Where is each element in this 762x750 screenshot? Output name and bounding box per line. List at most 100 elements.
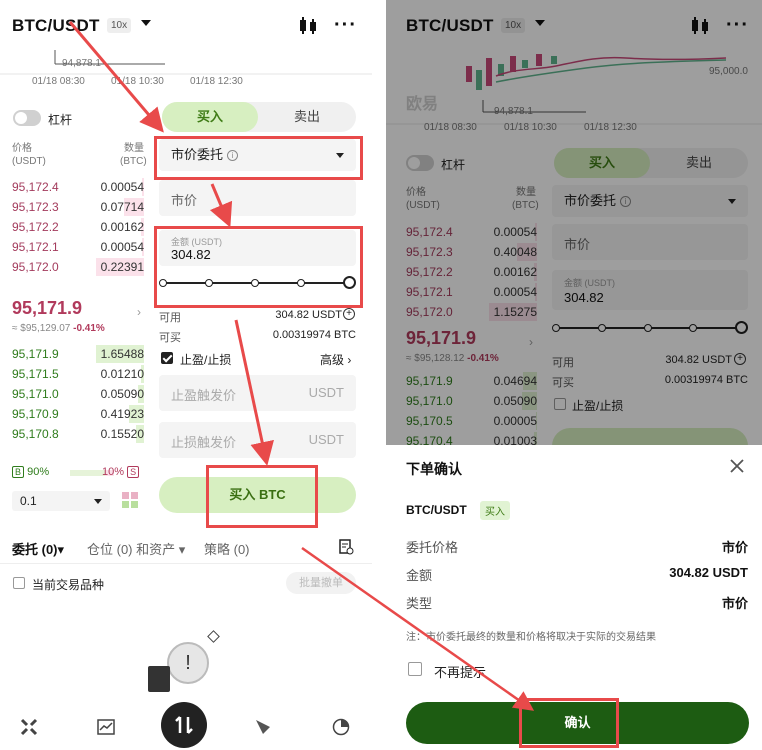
sheet-row-key: 委托价格: [406, 540, 459, 555]
panel-gap: [372, 0, 386, 750]
batch-cancel-button[interactable]: 批量撤单: [286, 572, 356, 594]
ask-row[interactable]: 95,172.2 0.00162: [0, 217, 144, 237]
last-price[interactable]: 95,171.9: [12, 298, 82, 319]
market-icon[interactable]: [97, 718, 115, 736]
available-value: 304.82 USDT: [275, 309, 342, 321]
ob-price-head: 价格 (USDT): [12, 143, 46, 167]
amount-slider[interactable]: [159, 276, 356, 290]
ask-qty: 0.00162: [100, 220, 144, 234]
tpsl-checkbox[interactable]: [161, 352, 173, 364]
left-screen: BTC/USDT 10x ··· 94,878.1 01/18 08:30 01…: [0, 0, 372, 750]
sheet-row-value: 市价: [721, 596, 748, 611]
ask-price: 95,172.2: [12, 220, 59, 234]
ask-row[interactable]: 95,172.3 0.07714: [0, 197, 144, 217]
leverage-label: 杠杆: [48, 113, 73, 127]
bid-row[interactable]: 95,171.5 0.01210: [0, 364, 144, 384]
order-type-select[interactable]: 市价委托 i: [159, 139, 356, 171]
tab-orders[interactable]: 委托 (0)▾: [12, 539, 64, 558]
bid-row[interactable]: 95,170.9 0.41923: [0, 404, 144, 424]
leverage-toggle[interactable]: [13, 110, 41, 126]
tab-buy[interactable]: 买入: [162, 102, 258, 132]
sheet-title: 下单确认: [406, 461, 462, 477]
bid-price: 95,170.9: [12, 407, 59, 421]
close-icon[interactable]: [728, 457, 746, 475]
right-screen: BTC/USDT 10x ··· 95,000.0 欧易 94,878.1 01…: [386, 0, 762, 750]
dont-remind-label: 不再提示: [434, 665, 487, 680]
slider-stop[interactable]: [251, 279, 259, 287]
bid-qty: 0.15520: [100, 427, 144, 441]
can-buy-value: 0.00319974 BTC: [272, 329, 356, 341]
modal-backdrop[interactable]: [386, 0, 762, 445]
index-price: ≈ $95,129.07 -0.41%: [12, 323, 105, 334]
sheet-note: 注：市价委托最终的数量和价格将取决于实际的交易结果: [406, 632, 656, 643]
market-price-field: 市价: [159, 180, 356, 216]
tab-strategy[interactable]: 策略 (0): [204, 539, 250, 558]
bid-row[interactable]: 95,170.8 0.15520: [0, 424, 144, 444]
buy-ratio: B 90%: [12, 466, 49, 478]
home-icon[interactable]: [20, 718, 38, 736]
pair-title[interactable]: BTC/USDT: [12, 16, 100, 36]
ask-price: 95,172.3: [12, 200, 59, 214]
alert-icon[interactable]: !: [167, 642, 209, 684]
tab-sell[interactable]: 卖出: [258, 102, 356, 132]
chevron-right-icon[interactable]: ›: [137, 305, 141, 319]
amount-input[interactable]: 金额 (USDT) 304.82: [159, 230, 356, 266]
sell-ratio: 10% S: [102, 466, 140, 478]
chevron-down-icon: [336, 153, 344, 158]
chevron-down-icon: [94, 499, 102, 504]
chart-lines: [0, 50, 372, 75]
leverage-badge: 10x: [107, 18, 132, 33]
ask-row[interactable]: 95,172.0 0.22391: [0, 257, 144, 277]
bid-price: 95,170.8: [12, 427, 59, 441]
trade-fab[interactable]: [161, 702, 207, 748]
take-profit-input[interactable]: 止盈触发价 USDT: [159, 375, 356, 411]
bid-row[interactable]: 95,171.0 0.05090: [0, 384, 144, 404]
ask-qty: 0.00054: [100, 240, 144, 254]
tab-positions[interactable]: 仓位 (0) 和资产 ▾: [87, 539, 185, 558]
slider-stop[interactable]: [297, 279, 305, 287]
bottom-nav: [0, 702, 372, 750]
ask-row[interactable]: 95,172.1 0.00054: [0, 237, 144, 257]
ask-row[interactable]: 95,172.4 0.00054: [0, 177, 144, 197]
available-label: 可用: [159, 312, 181, 324]
current-pair-label: 当前交易品种: [32, 578, 105, 592]
ask-price: 95,172.4: [12, 180, 59, 194]
bid-price: 95,171.5: [12, 367, 59, 381]
bid-qty: 0.05090: [100, 387, 144, 401]
bid-qty: 0.41923: [100, 407, 144, 421]
candlestick-icon[interactable]: [298, 16, 318, 36]
depth-mode-icon[interactable]: [122, 492, 138, 508]
sheet-pair: BTC/USDT: [406, 503, 467, 517]
side-tabs: 买入 卖出: [162, 102, 356, 132]
ask-qty: 0.07714: [100, 200, 144, 214]
add-funds-icon[interactable]: +: [343, 308, 355, 320]
precision-select[interactable]: 0.1: [12, 491, 110, 511]
sheet-row-value: 市价: [721, 540, 748, 555]
explore-icon[interactable]: [254, 718, 272, 736]
slider-stop[interactable]: [159, 279, 167, 287]
ob-qty-head: 数量 (BTC): [120, 143, 147, 167]
buy-btc-button[interactable]: 买入 BTC: [159, 477, 356, 513]
order-history-icon[interactable]: [338, 539, 354, 555]
stop-loss-input[interactable]: 止损触发价 USDT: [159, 422, 356, 458]
confirm-button[interactable]: 确认: [406, 702, 749, 744]
dont-remind-checkbox[interactable]: [408, 662, 422, 676]
tpsl-label: 止盈/止损: [180, 353, 232, 367]
info-icon[interactable]: i: [227, 150, 239, 161]
header: BTC/USDT 10x ···: [0, 0, 372, 50]
server-icon: [148, 666, 170, 692]
bid-row[interactable]: 95,171.9 1.65488: [0, 344, 144, 364]
can-buy-label: 可买: [159, 332, 181, 344]
divider: [0, 563, 372, 564]
current-pair-checkbox[interactable]: [13, 577, 25, 589]
bid-price: 95,171.9: [12, 347, 59, 361]
side-badge: 买入: [480, 501, 510, 520]
ask-qty: 0.00054: [100, 180, 144, 194]
advanced-link[interactable]: 高级 ›: [320, 351, 351, 368]
ask-price: 95,172.0: [12, 260, 59, 274]
slider-handle[interactable]: [343, 276, 356, 289]
more-icon[interactable]: ···: [334, 15, 357, 35]
pair-dropdown-icon[interactable]: [141, 20, 151, 26]
assets-icon[interactable]: [332, 718, 350, 736]
slider-stop[interactable]: [205, 279, 213, 287]
